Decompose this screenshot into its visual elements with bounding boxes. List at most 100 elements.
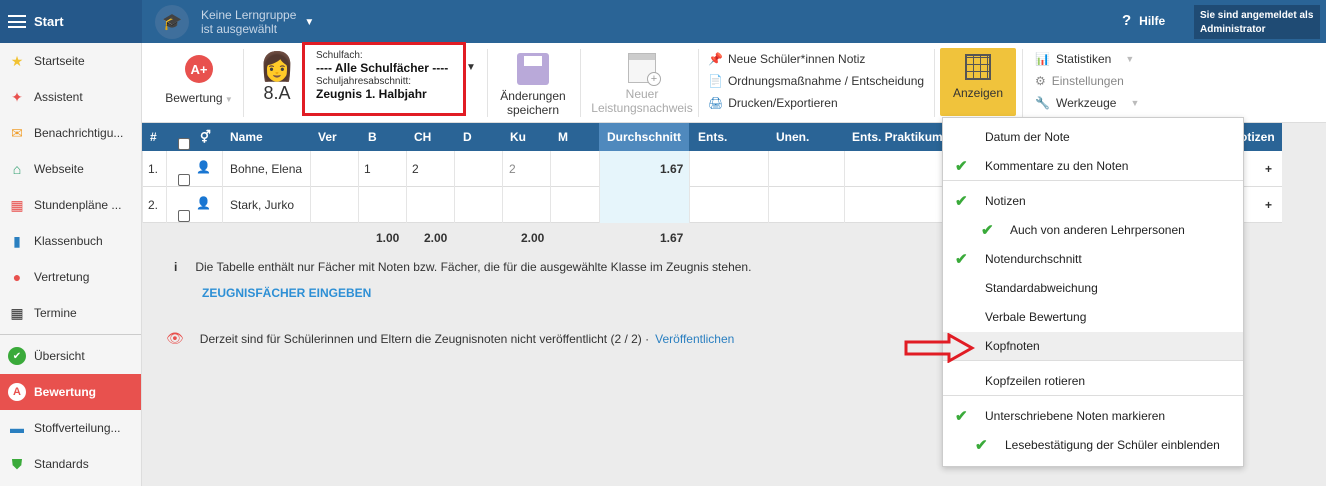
sidebar-item-startseite[interactable]: ★ Startseite: [0, 43, 141, 79]
select-all-checkbox[interactable]: [178, 138, 190, 150]
col-ents[interactable]: Ents.: [698, 130, 727, 144]
menu-item-verbale-bewertung[interactable]: Verbale Bewertung: [943, 303, 1243, 331]
menu-item-standardabweichung[interactable]: Standardabweichung: [943, 274, 1243, 302]
publish-link[interactable]: Veröffentlichen: [655, 332, 734, 346]
sidebar-item-klassenbuch[interactable]: ▮ Klassenbuch: [0, 223, 141, 259]
class-selector[interactable]: 👩 8.A: [252, 51, 302, 104]
new-note-label: Neue Schüler*innen Notiz: [727, 52, 866, 66]
disciplinary-link[interactable]: 📄 Ordnungsmaßnahme / Entscheidung: [708, 74, 924, 88]
add-note-button[interactable]: +: [1265, 198, 1272, 212]
tools-link[interactable]: 🔧 Werkzeuge ▼: [1035, 96, 1139, 110]
sidebar-item-label: Termine: [34, 306, 77, 320]
col-average[interactable]: Durchschnitt: [607, 130, 681, 144]
calendar-icon: ▦: [10, 304, 24, 321]
menu-item-datum-der-note[interactable]: Datum der Note: [943, 123, 1243, 151]
chevron-down-icon[interactable]: ▼: [466, 62, 476, 73]
menu-item-auch-von-anderen-lehrpersonen[interactable]: ✔ Auch von anderen Lehrpersonen: [943, 216, 1243, 244]
highlight-box: [302, 42, 466, 116]
sidebar-item-webseite[interactable]: ⌂ Webseite: [0, 151, 141, 187]
col-name[interactable]: Name: [230, 130, 263, 144]
chevron-down-icon: ▼: [1130, 98, 1140, 108]
graduation-cap-icon: 🎓: [155, 5, 189, 39]
grade-ku[interactable]: 2: [509, 162, 516, 176]
info-message: Die Tabelle enthält nur Fächer mit Noten…: [195, 260, 752, 274]
chart-icon: 📊: [1035, 52, 1050, 66]
col-m[interactable]: M: [558, 130, 568, 144]
sidebar-item-stundenpläne[interactable]: ▦ Stundenpläne ...: [0, 187, 141, 223]
grade-ch[interactable]: 2: [412, 162, 419, 176]
col-ents-praktikum[interactable]: Ents. Praktikum: [852, 130, 943, 144]
menu-item-kommentare-zu-den-noten[interactable]: ✔ Kommentare zu den Noten: [943, 152, 1243, 180]
sidebar-item-label: Bewertung: [34, 385, 97, 399]
menu-item-label: Unterschriebene Noten markieren: [985, 409, 1166, 423]
sum-average: 1.67: [660, 231, 684, 245]
book-icon: ▮: [13, 232, 21, 249]
sidebar-item-label: Startseite: [34, 54, 85, 68]
save-changes-button[interactable]: Änderungen speichern: [497, 53, 569, 117]
grade-average: 1.67: [660, 162, 684, 176]
menu-item-unterschriebene-noten-markieren[interactable]: ✔ Unterschriebene Noten markieren: [943, 402, 1243, 430]
new-line1: Neuer: [625, 87, 659, 101]
sidebar-item-benachrichtigu[interactable]: ✉ Benachrichtigu...: [0, 115, 141, 151]
menu-item-label: Datum der Note: [985, 130, 1070, 144]
col-ch[interactable]: CH: [414, 130, 431, 144]
sidebar-item-assistent[interactable]: ✦ Assistent: [0, 79, 141, 115]
help-button[interactable]: ? Hilfe: [1122, 12, 1165, 29]
sidebar-item-übersicht[interactable]: ✔ Übersicht: [0, 338, 141, 374]
col-notizen[interactable]: otizen: [1240, 130, 1275, 144]
menu-item-lesebestätigung-der-schüler-einblenden[interactable]: ✔ Lesebestätigung der Schüler einblenden: [943, 431, 1243, 459]
student-name[interactable]: Bohne, Elena: [230, 162, 302, 176]
grid-icon: [965, 54, 991, 80]
col-d[interactable]: D: [463, 130, 472, 144]
publish-text: Derzeit sind für Schülerinnen und Eltern…: [199, 331, 650, 346]
question-icon: ?: [1122, 12, 1132, 29]
sidebar-item-vertretung[interactable]: ● Vertretung: [0, 259, 141, 295]
menu-item-label: Standardabweichung: [985, 281, 1098, 295]
col-ku[interactable]: Ku: [510, 130, 526, 144]
student-name[interactable]: Stark, Jurko: [230, 198, 294, 212]
sidebar-item-stoffverteilung[interactable]: ▬ Stoffverteilung...: [0, 410, 141, 446]
enter-subjects-link[interactable]: ZEUGNISFÄCHER EINGEBEN: [202, 286, 371, 300]
anzeigen-button[interactable]: Anzeigen: [940, 48, 1016, 116]
group-selector[interactable]: 🎓 Keine Lerngruppe ist ausgewählt ▼: [155, 4, 314, 40]
settings-link[interactable]: ⚙ Einstellungen: [1035, 74, 1124, 88]
briefcase-icon: ▬: [10, 420, 24, 436]
help-label: Hilfe: [1139, 14, 1166, 28]
add-note-button[interactable]: +: [1265, 162, 1272, 176]
grade-b[interactable]: 1: [364, 162, 371, 176]
start-label: Start: [34, 14, 64, 29]
sidebar-item-label: Vertretung: [34, 270, 90, 284]
new-assessment-button[interactable]: + Neuer Leistungsnachweis: [590, 53, 694, 115]
menu-item-kopfzeilen-rotieren[interactable]: Kopfzeilen rotieren: [943, 367, 1243, 395]
col-unen[interactable]: Unen.: [776, 130, 809, 144]
sidebar-item-label: Übersicht: [34, 349, 85, 363]
save-line2: speichern: [506, 103, 560, 117]
sidebar-item-standards[interactable]: ⛊ Standards: [0, 446, 141, 482]
sum-b: 1.00: [376, 231, 400, 245]
bewertung-menu-button[interactable]: A+ Bewertung ▼: [164, 55, 234, 105]
sidebar-item-bewertung[interactable]: A Bewertung: [0, 374, 141, 410]
col-b[interactable]: B: [368, 130, 377, 144]
info-icon: i: [174, 260, 178, 274]
menu-item-notizen[interactable]: ✔ Notizen: [943, 187, 1243, 215]
login-line2: Administrator: [1200, 24, 1266, 35]
tools-label: Werkzeuge: [1055, 96, 1117, 110]
checkmark-icon: ✔: [955, 408, 968, 425]
login-info[interactable]: Sie sind angemeldet als Administrator: [1194, 5, 1320, 39]
start-button[interactable]: Start: [0, 0, 142, 43]
save-line1: Änderungen: [500, 89, 566, 103]
sidebar-item-termine[interactable]: ▦ Termine: [0, 295, 141, 331]
menu-item-kopfnoten[interactable]: Kopfnoten: [943, 332, 1243, 360]
new-line2: Leistungsnachweis: [591, 101, 693, 115]
class-label: 8.A: [263, 83, 291, 103]
new-student-note-link[interactable]: 📌 Neue Schüler*innen Notiz: [708, 52, 865, 66]
statistics-link[interactable]: 📊 Statistiken ▼: [1035, 52, 1134, 66]
print-export-link[interactable]: 🖨 Drucken/Exportieren: [708, 96, 838, 110]
menu-item-label: Verbale Bewertung: [985, 310, 1087, 324]
checkmark-icon: ✔: [955, 251, 968, 268]
col-ver[interactable]: Ver: [318, 130, 337, 144]
calendar-icon: ▦: [10, 196, 24, 213]
menu-item-notendurchschnitt[interactable]: ✔ Notendurchschnitt: [943, 245, 1243, 273]
student-avatar-icon: 👤: [196, 196, 211, 210]
publish-info: 👁 Derzeit sind für Schülerinnen und Elter…: [166, 330, 734, 347]
